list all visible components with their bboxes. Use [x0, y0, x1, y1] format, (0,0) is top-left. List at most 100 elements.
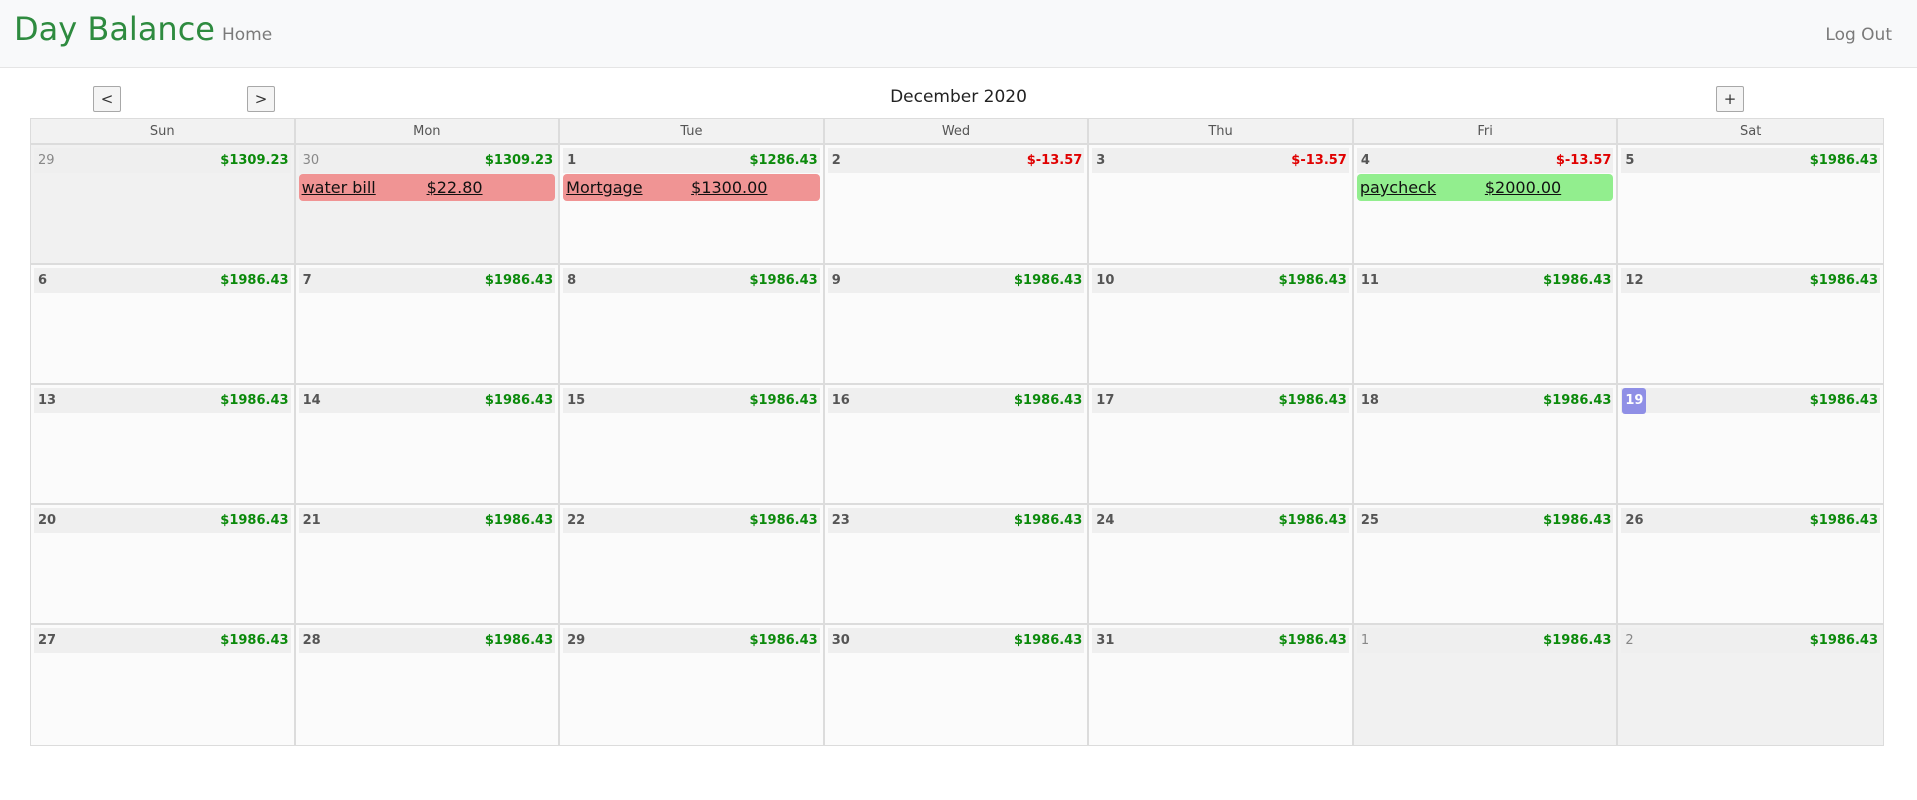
day-number: 14 [302, 393, 321, 408]
day-number: 30 [831, 633, 850, 648]
day-number: 13 [38, 393, 57, 408]
weekday-label: Sat [1740, 124, 1762, 139]
income-event[interactable]: paycheck $2000.00 [1356, 174, 1614, 201]
day-number: 12 [1625, 273, 1644, 288]
calendar-week-row: 13 $1986.43 14 $1986.43 15 $1986.43 16 $1986.43… [31, 385, 1883, 505]
day-cell[interactable]: 29 $1309.23 [31, 145, 296, 263]
day-number: 1 [1360, 633, 1370, 648]
day-cell[interactable]: 10 $1986.43 [1089, 265, 1354, 383]
day-number: 2 [1625, 633, 1634, 648]
weekday-label: Sun [31, 119, 296, 144]
day-number: 6 [38, 273, 48, 288]
day-header: 11 $1986.43 [1356, 268, 1614, 293]
day-cell[interactable]: 1 $1986.43 [1353, 625, 1619, 745]
day-balance: $1986.43 [1014, 633, 1083, 648]
day-cell[interactable]: 1 $1286.43 Mortgage $1300.00 [560, 145, 825, 263]
day-cell[interactable]: 29 $1986.43 [560, 625, 825, 745]
expense-event[interactable]: Mortgage $1300.00 [563, 174, 820, 201]
day-header: 26 $1986.43 [1621, 508, 1880, 533]
day-header: 27 $1986.43 [34, 628, 291, 653]
day-cell[interactable]: 19 $1986.43 [1618, 385, 1883, 503]
day-cell[interactable]: 11 $1986.43 [1353, 265, 1619, 383]
day-balance: $1986.43 [749, 273, 818, 288]
calendar-week-row: 27 $1986.43 28 $1986.43 29 $1986.43 30 $1986.43… [31, 625, 1883, 745]
day-cell[interactable]: 14 $1986.43 [295, 385, 561, 503]
day-balance: $1986.43 [1543, 273, 1612, 288]
day-number: 25 [1360, 513, 1379, 528]
day-cell[interactable]: 9 $1986.43 [824, 265, 1090, 383]
day-balance: $1986.43 [220, 633, 289, 648]
day-cell[interactable]: 20 $1986.43 [31, 505, 296, 623]
day-header: 28 $1986.43 [298, 628, 556, 653]
day-header: 3 $-13.57 [1092, 148, 1349, 173]
day-number: 7 [302, 273, 312, 288]
event-amount-link[interactable]: $2000.00 [1485, 174, 1561, 201]
day-cell[interactable]: 8 $1986.43 [560, 265, 825, 383]
day-balance: $1986.43 [1543, 633, 1612, 648]
today-day-number: 19 [1622, 388, 1647, 414]
day-cell[interactable]: 3 $-13.57 [1089, 145, 1354, 263]
event-name-link[interactable]: Mortgage [566, 174, 642, 201]
day-cell[interactable]: 2 $-13.57 [824, 145, 1090, 263]
day-cell[interactable]: 28 $1986.43 [295, 625, 561, 745]
day-balance: $1286.43 [749, 153, 818, 168]
day-number: 8 [567, 273, 577, 288]
day-header: 1 $1986.43 [1356, 628, 1614, 653]
day-balance: $1986.43 [1014, 393, 1083, 408]
day-number: 4 [1360, 153, 1370, 168]
day-header: 17 $1986.43 [1092, 388, 1349, 413]
day-header: 30 $1986.43 [827, 628, 1085, 653]
day-balance: $-13.57 [1026, 153, 1083, 168]
day-balance: $1309.23 [484, 153, 554, 168]
day-cell[interactable]: 6 $1986.43 [31, 265, 296, 383]
weekday-label: Wed [825, 119, 1090, 144]
calendar-week-row: 20 $1986.43 21 $1986.43 22 $1986.43 23 $1986.43… [31, 505, 1883, 625]
day-header: 24 $1986.43 [1092, 508, 1349, 533]
day-header: 20 $1986.43 [34, 508, 291, 533]
day-cell[interactable]: 2 $1986.43 [1618, 625, 1883, 745]
day-cell[interactable]: 7 $1986.43 [295, 265, 561, 383]
day-cell[interactable]: 22 $1986.43 [560, 505, 825, 623]
day-balance: $1986.43 [1014, 513, 1083, 528]
day-cell[interactable]: 23 $1986.43 [824, 505, 1090, 623]
day-cell[interactable]: 24 $1986.43 [1089, 505, 1354, 623]
day-cell[interactable]: 18 $1986.43 [1353, 385, 1619, 503]
day-cell[interactable]: 31 $1986.43 [1089, 625, 1354, 745]
day-balance: $1986.43 [1278, 273, 1347, 288]
day-balance: $1986.43 [1809, 393, 1878, 408]
day-balance: $1986.43 [1543, 393, 1612, 408]
day-cell[interactable]: 25 $1986.43 [1353, 505, 1619, 623]
day-cell[interactable]: 5 $1986.43 [1618, 145, 1883, 263]
day-cell[interactable]: 13 $1986.43 [31, 385, 296, 503]
day-cell[interactable]: 26 $1986.43 [1618, 505, 1883, 623]
day-cell[interactable]: 17 $1986.43 [1089, 385, 1354, 503]
day-header: 15 $1986.43 [563, 388, 820, 413]
brand-title[interactable]: Day Balance [14, 10, 215, 48]
expense-event[interactable]: water bill $22.80 [298, 174, 556, 201]
day-number: 27 [38, 633, 57, 648]
day-cell[interactable]: 30 $1986.43 [824, 625, 1090, 745]
day-cell[interactable]: 4 $-13.57 paycheck $2000.00 [1353, 145, 1619, 263]
day-balance: $1986.43 [749, 633, 818, 648]
day-cell[interactable]: 16 $1986.43 [824, 385, 1090, 503]
event-name-link[interactable]: water bill [302, 174, 376, 201]
day-cell[interactable]: 27 $1986.43 [31, 625, 296, 745]
day-number: 11 [1360, 273, 1379, 288]
logout-link[interactable]: Log Out [1825, 25, 1892, 45]
day-cell[interactable]: 21 $1986.43 [295, 505, 561, 623]
nav-home-link[interactable]: Home [222, 25, 272, 45]
day-cell[interactable]: 15 $1986.43 [560, 385, 825, 503]
day-number: 2 [831, 153, 841, 168]
event-name-link[interactable]: paycheck [1360, 174, 1436, 201]
day-header: 30 $1309.23 [298, 148, 556, 173]
day-header: 21 $1986.43 [298, 508, 556, 533]
day-cell[interactable]: 30 $1309.23 water bill $22.80 [295, 145, 561, 263]
add-event-button[interactable]: + [1716, 86, 1744, 112]
day-header: 25 $1986.43 [1356, 508, 1614, 533]
day-number: 21 [302, 513, 321, 528]
event-amount-link[interactable]: $1300.00 [691, 174, 767, 201]
event-amount-link[interactable]: $22.80 [427, 174, 483, 201]
day-number: 24 [1096, 513, 1115, 528]
day-number: 28 [302, 633, 321, 648]
day-cell[interactable]: 12 $1986.43 [1618, 265, 1883, 383]
